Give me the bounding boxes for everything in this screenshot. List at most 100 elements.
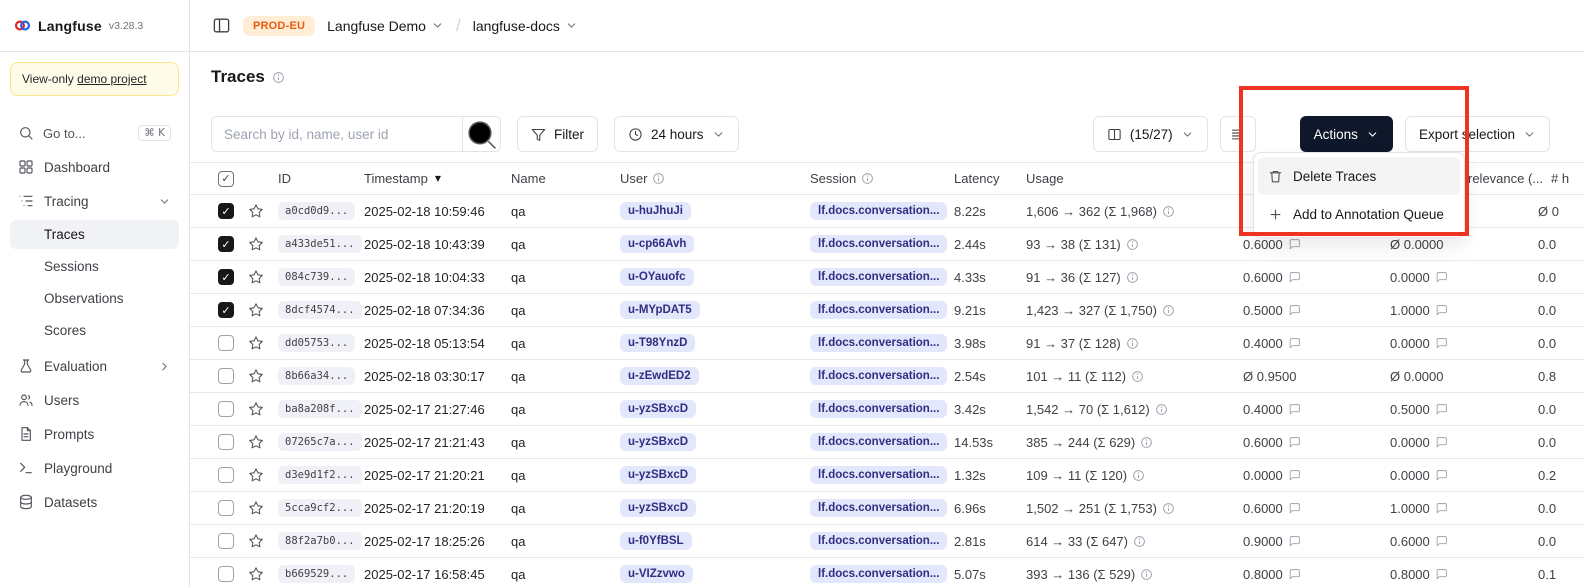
- col-header-usage[interactable]: Usage: [1019, 171, 1236, 186]
- comment-icon[interactable]: [1288, 469, 1301, 482]
- sidebar-item-evaluation[interactable]: Evaluation: [10, 351, 179, 381]
- sidebar-item-prompts[interactable]: Prompts: [10, 419, 179, 449]
- menu-item-delete-traces[interactable]: Delete Traces: [1258, 157, 1460, 195]
- comment-icon[interactable]: [1435, 337, 1448, 350]
- table-row[interactable]: 5cca9cf2... 2025-02-17 21:20:19 qa u-yzS…: [190, 492, 1584, 525]
- row-checkbox[interactable]: [218, 500, 234, 516]
- comment-icon[interactable]: [1435, 535, 1448, 548]
- comment-icon[interactable]: [1288, 271, 1301, 284]
- trace-id-badge[interactable]: 07265c7a...: [278, 433, 362, 451]
- trace-id-badge[interactable]: a0cd0d9...: [278, 202, 355, 220]
- table-row[interactable]: dd05753... 2025-02-18 05:13:54 qa u-T98Y…: [190, 327, 1584, 360]
- star-icon[interactable]: [248, 566, 264, 582]
- trace-id-badge[interactable]: 8dcf4574...: [278, 301, 362, 319]
- search-button[interactable]: [462, 117, 500, 151]
- col-header-name[interactable]: Name: [504, 171, 613, 186]
- row-checkbox[interactable]: [218, 434, 234, 450]
- row-checkbox[interactable]: [218, 335, 234, 351]
- row-checkbox[interactable]: [218, 302, 234, 318]
- col-header-session[interactable]: Session: [803, 171, 947, 186]
- user-badge[interactable]: u-zEwdED2: [620, 367, 699, 385]
- trace-id-badge[interactable]: d3e9d1f2...: [278, 466, 362, 484]
- go-to-search[interactable]: Go to... ⌘ K: [10, 120, 179, 146]
- comment-icon[interactable]: [1288, 304, 1301, 317]
- row-checkbox[interactable]: [218, 269, 234, 285]
- star-icon[interactable]: [248, 203, 264, 219]
- sidebar-item-dashboard[interactable]: Dashboard: [10, 152, 179, 182]
- select-all-checkbox[interactable]: [218, 171, 234, 187]
- actions-button[interactable]: Actions: [1300, 116, 1393, 152]
- star-icon[interactable]: [248, 500, 264, 516]
- star-icon[interactable]: [248, 434, 264, 450]
- comment-icon[interactable]: [1435, 271, 1448, 284]
- row-checkbox[interactable]: [218, 368, 234, 384]
- col-header-score-count[interactable]: # h: [1531, 171, 1584, 186]
- comment-icon[interactable]: [1435, 403, 1448, 416]
- table-row[interactable]: 88f2a7b0... 2025-02-17 18:25:26 qa u-f0Y…: [190, 525, 1584, 558]
- sidebar-item-datasets[interactable]: Datasets: [10, 487, 179, 517]
- comment-icon[interactable]: [1288, 337, 1301, 350]
- session-badge[interactable]: lf.docs.conversation...: [810, 433, 947, 451]
- user-badge[interactable]: u-f0YfBSL: [620, 532, 692, 550]
- session-badge[interactable]: lf.docs.conversation...: [810, 268, 947, 286]
- star-icon[interactable]: [248, 533, 264, 549]
- user-badge[interactable]: u-OYauofc: [620, 268, 694, 286]
- user-badge[interactable]: u-yzSBxcD: [620, 499, 696, 517]
- comment-icon[interactable]: [1435, 568, 1448, 581]
- trace-id-badge[interactable]: b669529...: [278, 565, 355, 583]
- row-height-large-button[interactable]: [1284, 116, 1288, 152]
- user-badge[interactable]: u-T98YnzD: [620, 334, 695, 352]
- user-badge[interactable]: u-huJhuJi: [620, 202, 691, 220]
- sidebar-item-observations[interactable]: Observations: [10, 284, 179, 313]
- comment-icon[interactable]: [1288, 403, 1301, 416]
- row-height-medium-button[interactable]: [1268, 116, 1272, 152]
- comment-icon[interactable]: [1288, 238, 1301, 251]
- sidebar-item-scores[interactable]: Scores: [10, 316, 179, 345]
- trace-id-badge[interactable]: 8b66a34...: [278, 367, 355, 385]
- col-header-id[interactable]: ID: [271, 171, 357, 186]
- table-row[interactable]: d3e9d1f2... 2025-02-17 21:20:21 qa u-yzS…: [190, 459, 1584, 492]
- star-icon[interactable]: [248, 368, 264, 384]
- comment-icon[interactable]: [1435, 304, 1448, 317]
- trace-id-badge[interactable]: dd05753...: [278, 334, 355, 352]
- comment-icon[interactable]: [1435, 469, 1448, 482]
- star-icon[interactable]: [248, 302, 264, 318]
- star-icon[interactable]: [248, 236, 264, 252]
- sidebar-item-tracing[interactable]: Tracing: [10, 186, 179, 216]
- row-checkbox[interactable]: [218, 467, 234, 483]
- row-checkbox[interactable]: [218, 203, 234, 219]
- trace-id-badge[interactable]: 88f2a7b0...: [278, 532, 362, 550]
- export-selection-button[interactable]: Export selection: [1405, 116, 1550, 152]
- columns-button[interactable]: (15/27): [1093, 116, 1208, 152]
- user-badge[interactable]: u-VIZzvwo: [620, 565, 693, 583]
- org-selector[interactable]: Langfuse Demo: [327, 18, 444, 34]
- table-row[interactable]: 07265c7a... 2025-02-17 21:21:43 qa u-yzS…: [190, 426, 1584, 459]
- sidebar-toggle-icon[interactable]: [212, 16, 231, 35]
- time-range-button[interactable]: 24 hours: [614, 116, 739, 152]
- session-badge[interactable]: lf.docs.conversation...: [810, 466, 947, 484]
- user-badge[interactable]: u-MYpDAT5: [620, 301, 700, 319]
- star-icon[interactable]: [248, 269, 264, 285]
- menu-item-add-to-annotation-queue[interactable]: Add to Annotation Queue: [1258, 195, 1460, 233]
- trace-id-badge[interactable]: 5cca9cf2...: [278, 499, 362, 517]
- filter-button[interactable]: Filter: [517, 116, 598, 152]
- star-icon[interactable]: [248, 467, 264, 483]
- star-icon[interactable]: [248, 401, 264, 417]
- trace-id-badge[interactable]: 084c739...: [278, 268, 355, 286]
- row-checkbox[interactable]: [218, 566, 234, 582]
- comment-icon[interactable]: [1288, 436, 1301, 449]
- demo-project-link[interactable]: demo project: [77, 72, 146, 86]
- row-height-small-button[interactable]: [1220, 116, 1256, 152]
- session-badge[interactable]: lf.docs.conversation...: [810, 301, 947, 319]
- row-checkbox[interactable]: [218, 533, 234, 549]
- user-badge[interactable]: u-yzSBxcD: [620, 433, 696, 451]
- session-badge[interactable]: lf.docs.conversation...: [810, 367, 947, 385]
- col-header-user[interactable]: User: [613, 171, 803, 186]
- row-checkbox[interactable]: [218, 401, 234, 417]
- row-checkbox[interactable]: [218, 236, 234, 252]
- user-badge[interactable]: u-cp66Avh: [620, 235, 694, 253]
- table-row[interactable]: 8dcf4574... 2025-02-18 07:34:36 qa u-MYp…: [190, 294, 1584, 327]
- col-header-timestamp[interactable]: Timestamp ▼: [357, 171, 504, 186]
- trace-id-badge[interactable]: ba8a208f...: [278, 400, 362, 418]
- session-badge[interactable]: lf.docs.conversation...: [810, 235, 947, 253]
